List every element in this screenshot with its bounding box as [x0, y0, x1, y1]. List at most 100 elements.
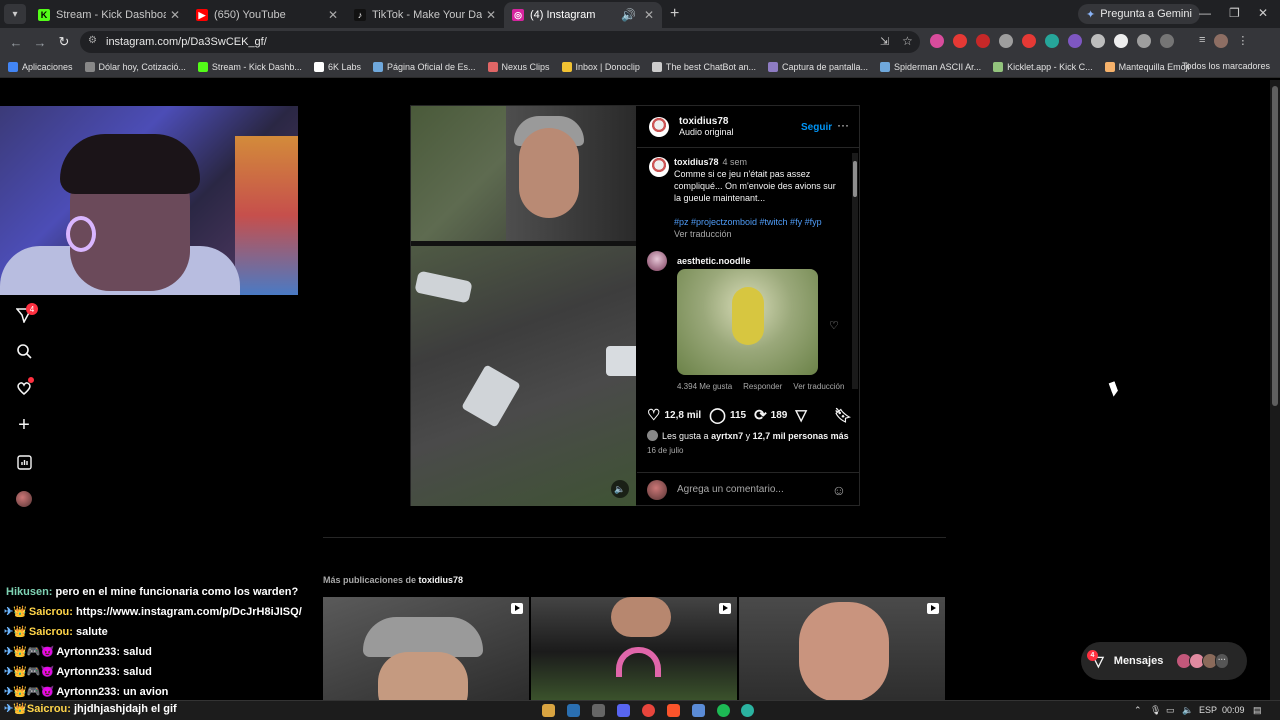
extension-icon[interactable]	[999, 34, 1013, 48]
tab-kick[interactable]: K Stream - Kick Dashboard ✕	[30, 2, 188, 28]
extension-icon[interactable]	[953, 34, 967, 48]
tab-tiktok[interactable]: ♪ TikTok - Make Your Day ✕	[346, 2, 504, 28]
bookmark-item[interactable]: The best ChatBot an...	[651, 61, 756, 72]
comment-translation-link[interactable]: Ver traducción	[793, 382, 844, 391]
bookmark-item[interactable]: Captura de pantalla...	[767, 61, 868, 72]
author-username[interactable]: toxidius78	[679, 116, 734, 127]
messages-button[interactable]: ▽ 4 Mensajes ···	[1081, 642, 1247, 680]
commenter-username[interactable]: aesthetic.noodlle	[677, 256, 751, 266]
bookmark-item[interactable]: Dólar hoy, Cotizació...	[84, 61, 186, 72]
close-tab-icon[interactable]: ✕	[328, 8, 338, 22]
post-video[interactable]: 🔈	[411, 106, 636, 506]
brave-icon[interactable]	[667, 704, 680, 717]
browser-menu-icon[interactable]: ⋮	[1237, 34, 1248, 48]
bookmark-item[interactable]: Mantequilla Emoji	[1104, 61, 1190, 72]
bookmark-item[interactable]: Spiderman ASCII Ar...	[880, 61, 981, 72]
microphone-icon[interactable]: 🎙︎	[1150, 705, 1161, 716]
site-info-icon[interactable]: ⚙	[88, 35, 97, 46]
back-icon[interactable]: ←	[4, 35, 28, 50]
chrome-icon[interactable]	[642, 704, 655, 717]
caption-avatar[interactable]	[649, 157, 669, 177]
minimize-icon[interactable]: —	[1199, 6, 1211, 20]
adblock-icon[interactable]	[976, 34, 990, 48]
liked-by-user[interactable]: ayrtxn7	[711, 431, 743, 441]
forward-icon[interactable]: →	[28, 35, 52, 50]
tab-instagram[interactable]: ◎ (4) Instagram 🔊 ✕	[504, 2, 662, 28]
comment-input[interactable]: Agrega un comentario...	[677, 484, 832, 495]
discord-icon[interactable]	[617, 704, 630, 717]
app-icon[interactable]	[692, 704, 705, 717]
messages-nav-icon[interactable]: 4	[14, 303, 38, 325]
extension-icon[interactable]	[1137, 34, 1151, 48]
hashtag-links[interactable]: #pz #projectzomboid #twitch #fy #fyp	[674, 217, 822, 227]
more-options-icon[interactable]: ···	[837, 118, 849, 132]
tab-youtube[interactable]: ▶ (650) YouTube ✕	[188, 2, 346, 28]
share-button[interactable]: ▽	[795, 406, 811, 424]
bookmark-item[interactable]: Inbox | Donoclip	[561, 61, 640, 72]
liked-by-others[interactable]: 12,7 mil personas más	[753, 431, 849, 441]
file-explorer-icon[interactable]	[542, 704, 555, 717]
bookmark-star-icon[interactable]: ☆	[902, 34, 913, 48]
author-avatar[interactable]	[649, 116, 669, 137]
install-icon[interactable]: ⇲	[880, 35, 889, 48]
comments-scrollbar[interactable]	[852, 153, 858, 389]
hashtags[interactable]: #pz #projectzomboid #twitch #fy #fyp	[674, 216, 844, 228]
post-thumbnail[interactable]	[531, 597, 737, 700]
search-nav-icon[interactable]	[14, 341, 34, 361]
audio-label[interactable]: Audio original	[679, 127, 734, 137]
emoji-icon[interactable]: ☺	[832, 482, 846, 498]
spotify-icon[interactable]	[717, 704, 730, 717]
gemini-button[interactable]: ✦ Pregunta a Gemini	[1078, 4, 1200, 24]
bookmark-item[interactable]: Nexus Clips	[487, 61, 550, 72]
reload-icon[interactable]: ↻	[52, 34, 76, 50]
address-bar[interactable]: ⚙ instagram.com/p/Da3SwCEK_gf/ ⇲ ☆	[80, 31, 920, 53]
commenter-avatar[interactable]	[647, 251, 667, 271]
extension-icon[interactable]	[930, 34, 944, 48]
extension-icon[interactable]	[1022, 34, 1036, 48]
comment-likes[interactable]: 4.394 Me gusta	[677, 382, 732, 391]
notifications-nav-icon[interactable]	[14, 377, 34, 398]
extension-icon[interactable]	[1114, 34, 1128, 48]
language-indicator[interactable]: ESP	[1199, 705, 1217, 715]
like-button[interactable]: ♡ 12,8 mil	[647, 406, 701, 424]
more-posts-user[interactable]: toxidius78	[419, 575, 464, 585]
bookmark-item[interactable]: 6K Labs	[313, 61, 361, 72]
bookmark-item[interactable]: Aplicaciones	[8, 61, 73, 72]
follow-button[interactable]: Seguir	[801, 122, 832, 133]
reply-button[interactable]: Responder	[743, 382, 782, 391]
all-bookmarks-folder[interactable]: Todos los marcadores	[1182, 61, 1270, 71]
profile-nav-icon[interactable]	[14, 489, 34, 509]
caption-username[interactable]: toxidius78	[674, 157, 719, 167]
close-tab-icon[interactable]: ✕	[644, 8, 654, 22]
mute-tab-icon[interactable]: 🔊	[621, 8, 636, 22]
comment-like-icon[interactable]: ♡	[829, 319, 839, 332]
bookmark-icon[interactable]: 🔖︎	[834, 407, 852, 424]
close-tab-icon[interactable]: ✕	[486, 8, 496, 22]
reading-list-icon[interactable]: ≡	[1199, 34, 1205, 48]
see-translation-link[interactable]: Ver traducción	[674, 228, 844, 240]
steam-icon[interactable]	[567, 704, 580, 717]
volume-icon[interactable]: 🔈	[1182, 705, 1193, 716]
app-icon[interactable]	[592, 704, 605, 717]
extension-icon[interactable]	[1068, 34, 1082, 48]
close-window-icon[interactable]: ✕	[1258, 6, 1268, 20]
comment-button[interactable]: ◯ 115	[709, 406, 746, 424]
page-scrollbar[interactable]	[1270, 80, 1280, 700]
post-thumbnail[interactable]	[323, 597, 529, 700]
clock[interactable]: 00:09	[1222, 705, 1245, 715]
close-tab-icon[interactable]: ✕	[170, 8, 180, 22]
post-thumbnail[interactable]	[739, 597, 945, 700]
new-tab-button[interactable]: +	[670, 5, 679, 23]
extensions-puzzle-icon[interactable]	[1160, 34, 1174, 48]
bookmark-item[interactable]: Stream - Kick Dashb...	[197, 61, 302, 72]
dashboard-nav-icon[interactable]	[14, 452, 34, 472]
tab-search-button[interactable]: ▾	[4, 4, 26, 24]
profile-avatar[interactable]	[1214, 34, 1229, 48]
bookmark-item[interactable]: Página Oficial de Es...	[372, 61, 476, 72]
notifications-icon[interactable]: ▤	[1253, 705, 1262, 716]
restore-icon[interactable]: ❐	[1229, 6, 1240, 20]
create-nav-icon[interactable]: +	[14, 414, 34, 436]
repost-button[interactable]: ⟳ 189	[754, 406, 787, 424]
edge-icon[interactable]	[741, 704, 754, 717]
extension-icon[interactable]	[1091, 34, 1105, 48]
